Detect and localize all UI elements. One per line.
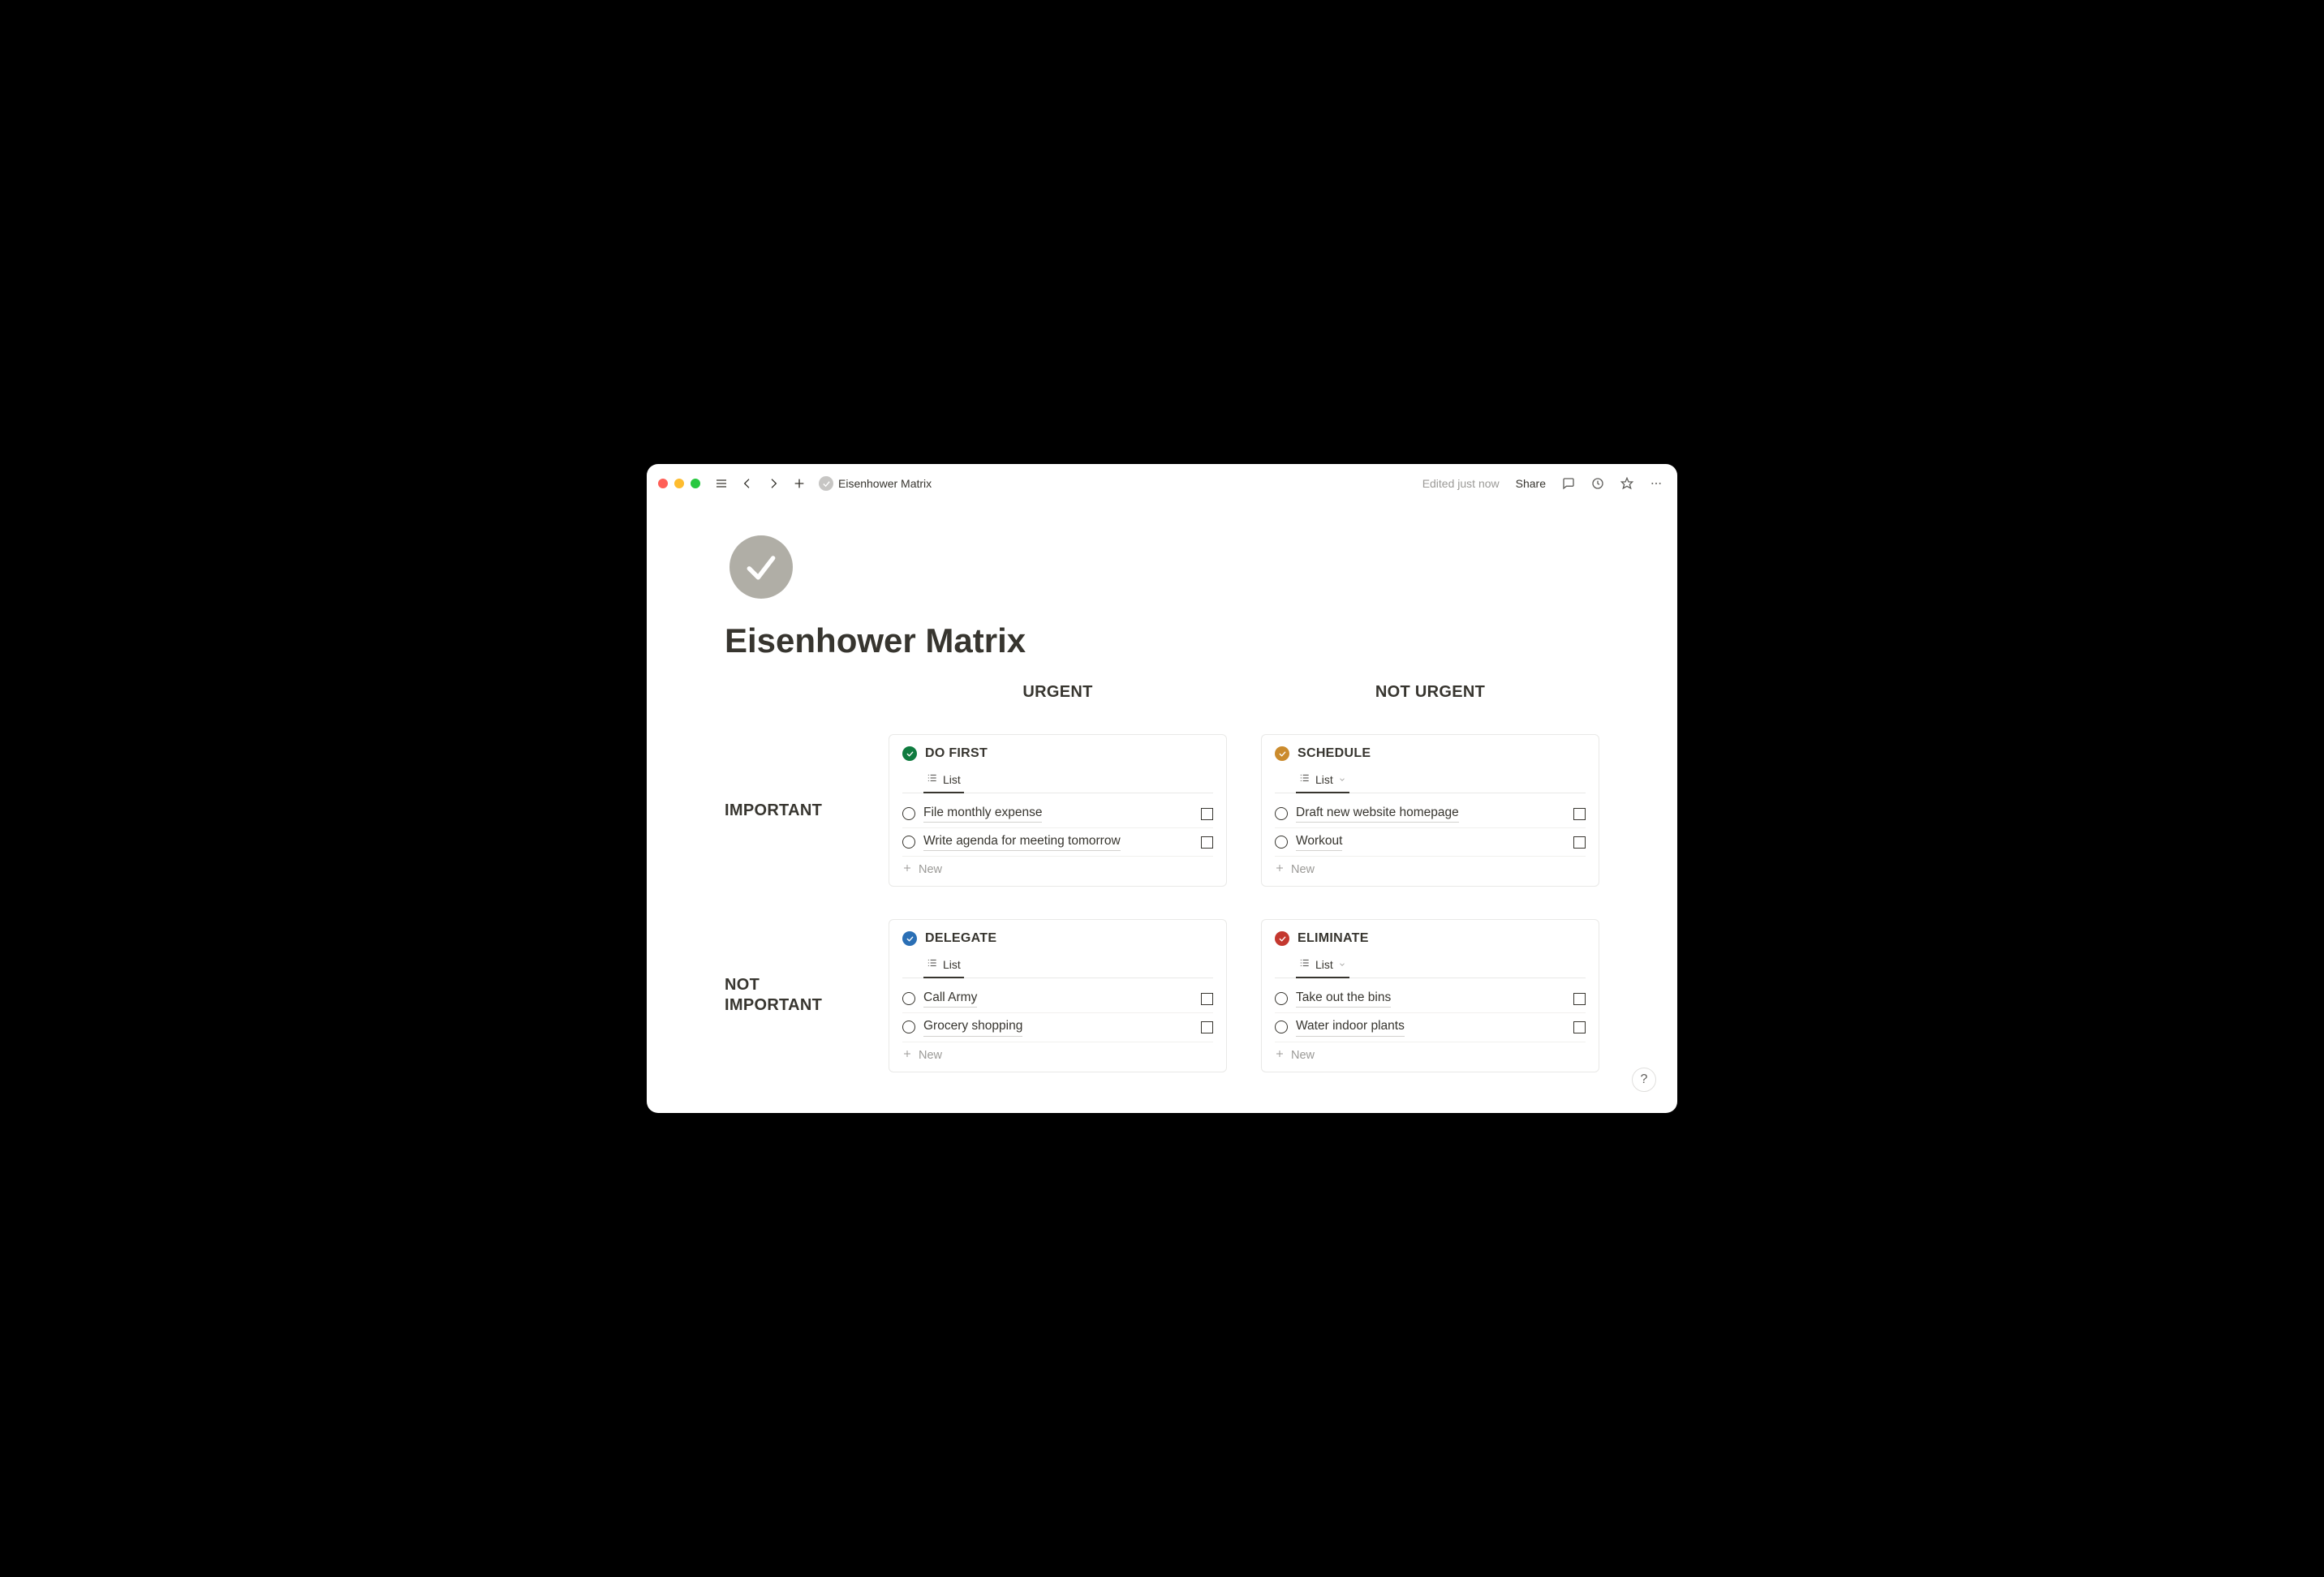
view-tab-list[interactable]: List <box>1298 954 1348 978</box>
new-item-button[interactable]: New <box>1275 1042 1586 1064</box>
item-label[interactable]: Draft new website homepage <box>1296 805 1459 823</box>
plus-icon <box>1275 863 1285 876</box>
list-icon <box>927 957 938 971</box>
checkbox[interactable] <box>1573 1021 1586 1033</box>
sidebar-toggle-icon[interactable] <box>712 474 731 493</box>
list-item[interactable]: Workout <box>1275 828 1586 857</box>
window-zoom-button[interactable] <box>691 479 700 488</box>
eisenhower-matrix: URGENT NOT URGENT IMPORTANT DO FIRST Lis… <box>725 683 1599 1072</box>
card-schedule: SCHEDULE List Draft new website homepage <box>1261 734 1599 887</box>
new-label: New <box>1291 1049 1315 1062</box>
nav-back-button[interactable] <box>738 474 757 493</box>
checkbox[interactable] <box>1201 993 1213 1005</box>
card-eliminate: ELIMINATE List Take out the bins <box>1261 919 1599 1072</box>
status-circle-icon[interactable] <box>902 992 915 1005</box>
window-close-button[interactable] <box>658 479 668 488</box>
status-circle-icon[interactable] <box>1275 1021 1288 1033</box>
view-tab-list[interactable]: List <box>925 769 962 793</box>
plus-icon <box>1275 1049 1285 1062</box>
item-label[interactable]: Water indoor plants <box>1296 1018 1405 1036</box>
new-item-button[interactable]: New <box>902 1042 1213 1064</box>
row-header-not-important: NOT IMPORTANT <box>725 975 854 1016</box>
chevron-down-icon <box>1338 773 1346 786</box>
checkbox[interactable] <box>1201 836 1213 849</box>
card-title[interactable]: DO FIRST <box>925 746 988 761</box>
check-badge-icon <box>902 746 917 761</box>
plus-icon <box>902 863 912 876</box>
status-circle-icon[interactable] <box>1275 807 1288 820</box>
list-item[interactable]: Draft new website homepage <box>1275 800 1586 828</box>
page-title[interactable]: Eisenhower Matrix <box>725 621 1599 660</box>
new-item-button[interactable]: New <box>902 857 1213 878</box>
edited-status: Edited just now <box>1422 477 1500 490</box>
column-header-not-urgent: NOT URGENT <box>1261 683 1599 702</box>
card-do-first: DO FIRST List File monthly expense <box>889 734 1227 887</box>
row-header-important: IMPORTANT <box>725 801 854 821</box>
view-tab-label: List <box>1315 958 1333 971</box>
chevron-down-icon <box>1338 958 1346 971</box>
nav-forward-button[interactable] <box>764 474 783 493</box>
updates-icon[interactable] <box>1588 474 1607 493</box>
item-label[interactable]: Call Army <box>923 990 977 1008</box>
status-circle-icon[interactable] <box>1275 992 1288 1005</box>
more-menu-icon[interactable] <box>1646 474 1666 493</box>
breadcrumb-check-icon <box>819 476 833 491</box>
list-icon <box>1299 772 1310 786</box>
window-controls <box>658 479 700 488</box>
new-item-button[interactable]: New <box>1275 857 1586 878</box>
column-header-urgent: URGENT <box>889 683 1227 702</box>
comments-icon[interactable] <box>1559 474 1578 493</box>
status-circle-icon[interactable] <box>902 836 915 849</box>
view-tab-list[interactable]: List <box>1298 769 1348 793</box>
card-title[interactable]: DELEGATE <box>925 931 996 946</box>
breadcrumb[interactable]: Eisenhower Matrix <box>819 476 932 491</box>
list-item[interactable]: Take out the bins <box>1275 985 1586 1013</box>
status-circle-icon[interactable] <box>902 807 915 820</box>
card-title[interactable]: ELIMINATE <box>1298 931 1369 946</box>
checkbox[interactable] <box>1573 993 1586 1005</box>
list-icon <box>1299 957 1310 971</box>
list-item[interactable]: Water indoor plants <box>1275 1013 1586 1042</box>
app-window: Eisenhower Matrix Edited just now Share … <box>647 464 1677 1113</box>
item-label[interactable]: Take out the bins <box>1296 990 1391 1008</box>
topbar: Eisenhower Matrix Edited just now Share <box>647 464 1677 503</box>
list-item[interactable]: File monthly expense <box>902 800 1213 828</box>
card-delegate: DELEGATE List Call Army <box>889 919 1227 1072</box>
view-tab-label: List <box>1315 773 1333 786</box>
item-label[interactable]: Grocery shopping <box>923 1018 1022 1036</box>
new-label: New <box>1291 863 1315 876</box>
new-tab-button[interactable] <box>790 474 809 493</box>
list-item[interactable]: Call Army <box>902 985 1213 1013</box>
list-icon <box>927 772 938 786</box>
view-tab-label: List <box>943 773 961 786</box>
status-circle-icon[interactable] <box>1275 836 1288 849</box>
check-badge-icon <box>1275 746 1289 761</box>
checkbox[interactable] <box>1573 808 1586 820</box>
item-label[interactable]: File monthly expense <box>923 805 1042 823</box>
share-button[interactable]: Share <box>1516 477 1546 490</box>
item-label[interactable]: Write agenda for meeting tomorrow <box>923 833 1121 851</box>
favorite-icon[interactable] <box>1617 474 1637 493</box>
view-tab-label: List <box>943 958 961 971</box>
new-label: New <box>919 1049 942 1062</box>
help-button[interactable]: ? <box>1632 1068 1656 1092</box>
list-item[interactable]: Grocery shopping <box>902 1013 1213 1042</box>
page-icon[interactable] <box>729 535 793 599</box>
window-minimize-button[interactable] <box>674 479 684 488</box>
checkbox[interactable] <box>1201 808 1213 820</box>
breadcrumb-title: Eisenhower Matrix <box>838 477 932 490</box>
checkbox[interactable] <box>1201 1021 1213 1033</box>
plus-icon <box>902 1049 912 1062</box>
status-circle-icon[interactable] <box>902 1021 915 1033</box>
view-tab-list[interactable]: List <box>925 954 962 978</box>
help-label: ? <box>1641 1072 1648 1087</box>
page-content: Eisenhower Matrix URGENT NOT URGENT IMPO… <box>647 503 1677 1113</box>
list-item[interactable]: Write agenda for meeting tomorrow <box>902 828 1213 857</box>
checkbox[interactable] <box>1573 836 1586 849</box>
card-title[interactable]: SCHEDULE <box>1298 746 1371 761</box>
new-label: New <box>919 863 942 876</box>
check-badge-icon <box>1275 931 1289 946</box>
item-label[interactable]: Workout <box>1296 833 1342 851</box>
check-badge-icon <box>902 931 917 946</box>
